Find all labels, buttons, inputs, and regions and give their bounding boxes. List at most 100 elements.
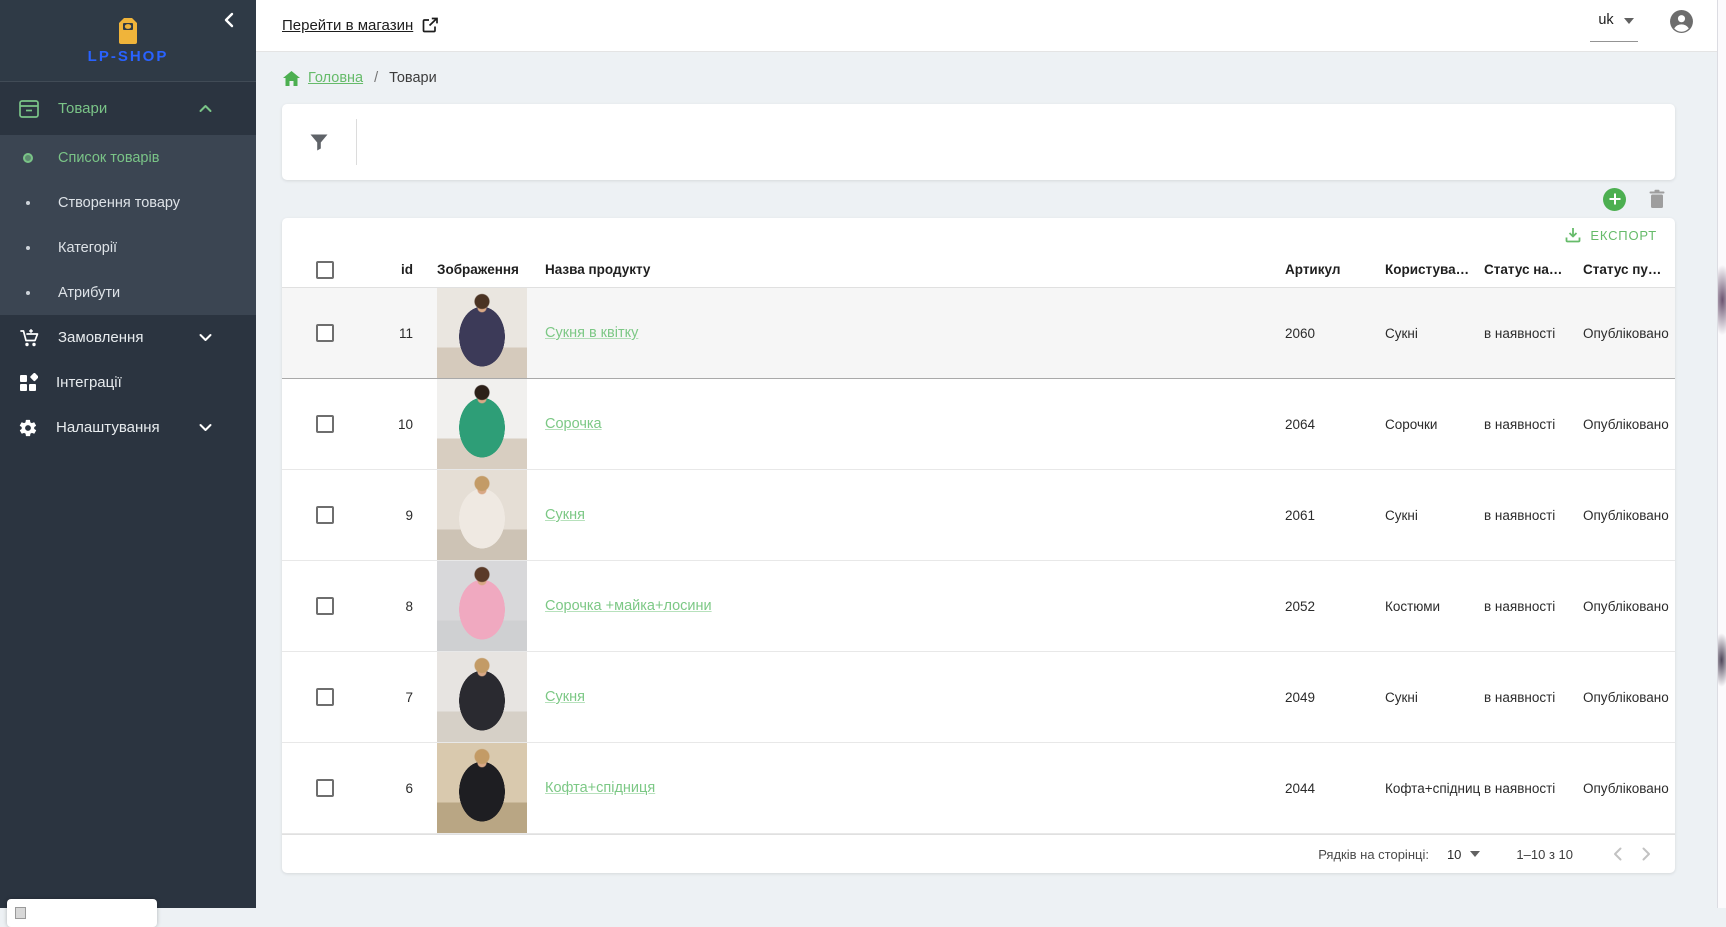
row-checkbox[interactable] [316, 597, 334, 615]
table-row[interactable]: 10 Сорочка 2064 Сорочки в наявності Опуб… [282, 379, 1675, 470]
product-image [437, 652, 527, 742]
column-header-name: Назва продукту [545, 262, 1285, 277]
add-product-button[interactable] [1603, 188, 1626, 211]
app-root: LP-SHOP Товари Список товарів Ст [0, 0, 1726, 908]
next-page-button[interactable] [1632, 843, 1661, 865]
table-row[interactable]: 11 Сукня в квітку 2060 Сукні в наявності… [282, 288, 1675, 379]
table-actions [256, 180, 1726, 218]
window-edge-strip [1717, 0, 1726, 908]
sidebar-item-attributes[interactable]: Атрибути [0, 270, 256, 315]
cart-plus-icon [18, 328, 40, 348]
row-id: 7 [342, 690, 437, 705]
chevron-left-icon [1613, 847, 1622, 861]
sidebar-item-integrations[interactable]: Інтеграції [0, 360, 256, 405]
product-name-link[interactable]: Кофта+спідниця [545, 780, 655, 796]
row-id: 9 [342, 508, 437, 523]
sidebar-item-product-list[interactable]: Список товарів [0, 135, 256, 180]
row-sku: 2061 [1285, 508, 1385, 523]
sidebar-collapse-button[interactable] [218, 8, 242, 32]
select-all-checkbox[interactable] [316, 261, 334, 279]
product-name-link[interactable]: Сукня [545, 507, 585, 523]
row-checkbox[interactable] [316, 415, 334, 433]
sidebar: LP-SHOP Товари Список товарів Ст [0, 0, 256, 908]
row-category: Костюми [1385, 599, 1484, 614]
store-link-label: Перейти в магазин [282, 17, 413, 34]
sidebar-item-orders[interactable]: Замовлення [0, 315, 256, 360]
product-name-link[interactable]: Сукня в квітку [545, 325, 638, 341]
chevron-up-icon [199, 104, 212, 113]
sidebar-nav: Товари Список товарів Створення товару К… [0, 82, 256, 450]
row-stock: в наявності [1484, 781, 1583, 796]
pagination: Рядків на сторінці: 10 1–10 з 10 [282, 834, 1675, 873]
row-sku: 2049 [1285, 690, 1385, 705]
row-checkbox[interactable] [316, 688, 334, 706]
row-publish: Опубліковано [1583, 599, 1675, 614]
language-value: uk [1598, 12, 1613, 28]
account-button[interactable] [1669, 9, 1694, 34]
table-row[interactable]: 7 Сукня 2049 Сукні в наявності Опубліков… [282, 652, 1675, 743]
sidebar-item-label: Налаштування [56, 419, 160, 436]
export-button[interactable]: ЕКСПОРТ [1559, 226, 1663, 244]
table-row[interactable]: 8 Сорочка +майка+лосини 2052 Костюми в н… [282, 561, 1675, 652]
row-publish: Опубліковано [1583, 781, 1675, 796]
plus-icon [1609, 193, 1621, 205]
rows-per-page-label: Рядків на сторінці: [1318, 847, 1429, 862]
sidebar-item-create-product[interactable]: Створення товару [0, 180, 256, 225]
column-header-publish: Статус пу… [1583, 262, 1675, 277]
bullet-icon [26, 291, 30, 295]
sidebar-item-label: Замовлення [58, 329, 143, 346]
rows-per-page-select[interactable]: 10 [1447, 847, 1480, 862]
product-name-link[interactable]: Сорочка +майка+лосини [545, 598, 712, 614]
rows-per-page-value: 10 [1447, 847, 1461, 862]
table-header: id Зображення Назва продукту Артикул Кор… [282, 252, 1675, 288]
bullet-icon [26, 201, 30, 205]
row-publish: Опубліковано [1583, 690, 1675, 705]
row-sku: 2060 [1285, 326, 1385, 341]
table-row[interactable]: 9 Сукня 2061 Сукні в наявності Опубліков… [282, 470, 1675, 561]
sidebar-item-products[interactable]: Товари [0, 82, 256, 135]
sidebar-item-settings[interactable]: Налаштування [0, 405, 256, 450]
filter-button[interactable] [282, 133, 356, 152]
products-box-icon [18, 99, 40, 119]
row-stock: в наявності [1484, 508, 1583, 523]
row-category: Сукні [1385, 690, 1484, 705]
caret-down-icon [1624, 18, 1634, 24]
previous-page-button[interactable] [1603, 843, 1632, 865]
product-name-link[interactable]: Сукня [545, 689, 585, 705]
column-header-category: Користува… [1385, 262, 1484, 277]
sidebar-item-label: Створення товару [58, 195, 180, 211]
go-to-store-link[interactable]: Перейти в магазин [282, 17, 439, 34]
row-category: Сорочки [1385, 417, 1484, 432]
product-image [437, 561, 527, 651]
funnel-filter-icon [310, 134, 328, 151]
logo-bag-icon [115, 17, 141, 45]
integrations-grid-icon [18, 373, 38, 393]
settings-gear-icon [18, 418, 38, 438]
download-icon [1565, 227, 1581, 243]
product-name-link[interactable]: Сорочка [545, 416, 602, 432]
row-checkbox[interactable] [316, 324, 334, 342]
row-publish: Опубліковано [1583, 508, 1675, 523]
row-id: 8 [342, 599, 437, 614]
product-image [437, 288, 527, 378]
row-publish: Опубліковано [1583, 417, 1675, 432]
product-image [437, 470, 527, 560]
language-select[interactable]: uk [1590, 8, 1638, 42]
column-header-sku: Артикул [1285, 262, 1385, 277]
delete-selected-button[interactable] [1648, 189, 1666, 209]
sidebar-item-categories[interactable]: Категорії [0, 225, 256, 270]
widget-icon [15, 907, 26, 919]
sidebar-item-label: Інтеграції [56, 374, 122, 391]
breadcrumb-separator: / [371, 70, 381, 86]
row-category: Сукні [1385, 326, 1484, 341]
row-id: 11 [342, 326, 437, 341]
column-header-stock: Статус на… [1484, 262, 1583, 277]
row-sku: 2052 [1285, 599, 1385, 614]
breadcrumb-home-link[interactable]: Головна [308, 70, 363, 86]
row-checkbox[interactable] [316, 779, 334, 797]
pagination-range: 1–10 з 10 [1516, 847, 1573, 862]
table-row[interactable]: 6 Кофта+спідниця 2044 Кофта+спідниц в на… [282, 743, 1675, 834]
row-id: 10 [342, 417, 437, 432]
caret-down-icon [1470, 851, 1480, 857]
row-checkbox[interactable] [316, 506, 334, 524]
